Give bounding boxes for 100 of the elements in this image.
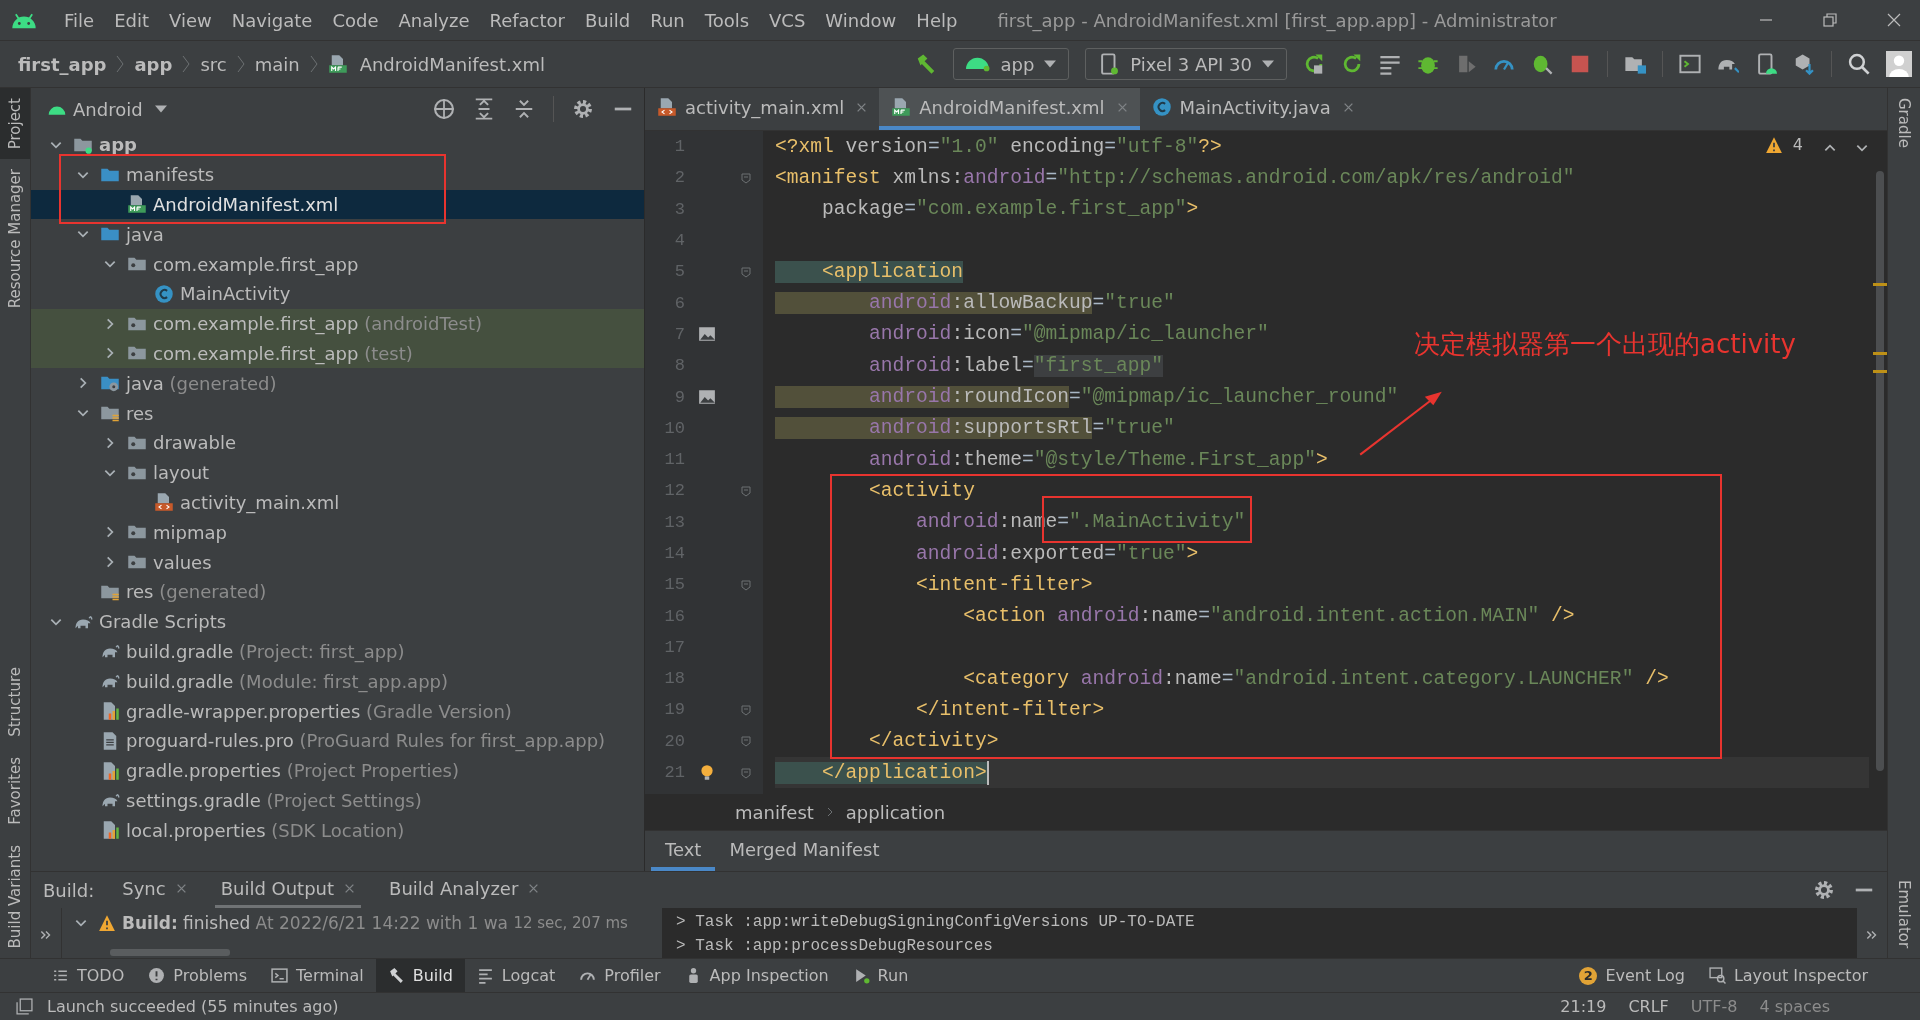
menu-item[interactable]: Window (815, 9, 907, 31)
project-view-dropdown[interactable]: Android (73, 98, 167, 120)
tool-window-tab[interactable]: Emulator (1888, 869, 1920, 958)
tree-item[interactable]: proguard-rules.pro (ProGuard Rules for first_app.app) (31, 725, 644, 756)
settings-icon[interactable] (572, 98, 594, 120)
menu-item[interactable]: Code (322, 9, 389, 31)
menu-item[interactable]: Navigate (221, 9, 323, 31)
tree-item[interactable]: java (generated) (31, 368, 644, 399)
breadcrumb-item[interactable]: main (254, 53, 300, 75)
menu-item[interactable]: Run (640, 9, 695, 31)
fold-marker-icon[interactable] (740, 578, 752, 591)
close-icon[interactable] (344, 883, 356, 894)
stop-icon[interactable] (1569, 53, 1591, 75)
warning-marker[interactable] (1873, 283, 1887, 286)
breadcrumb-item[interactable]: first_app (18, 53, 107, 75)
menu-item[interactable]: VCS (759, 9, 816, 31)
status-item[interactable]: UTF-8 (1690, 997, 1738, 1016)
tree-item[interactable]: settings.gradle (Project Settings) (31, 785, 644, 816)
close-icon[interactable] (1342, 101, 1354, 113)
fold-marker-icon[interactable] (740, 171, 752, 184)
menu-item[interactable]: View (159, 9, 222, 31)
collapse-all-icon[interactable] (513, 98, 535, 120)
terminal-icon[interactable] (1679, 53, 1701, 75)
fold-marker-icon[interactable] (740, 704, 752, 716)
menu-item[interactable]: Analyze (388, 9, 480, 31)
tree-item[interactable]: com.example.first_app (androidTest) (31, 308, 644, 339)
tree-item[interactable]: java (31, 219, 644, 250)
breadcrumb-item[interactable]: app (134, 53, 173, 75)
editor-tab[interactable]: activity_main.xml (645, 88, 880, 130)
menu-item[interactable]: Tools (694, 9, 760, 31)
tree-item[interactable]: com.example.first_app (31, 249, 644, 279)
build-result-row[interactable]: Build: finished At 2022/6/21 14:22 with 1 wa 12 sec, 207 ms (62, 908, 662, 938)
double-chevron-icon[interactable] (39, 928, 53, 942)
apply-changes-icon[interactable] (1341, 53, 1363, 75)
menu-item[interactable]: File (54, 9, 105, 31)
tool-window-button[interactable]: Build (375, 959, 465, 992)
tree-item[interactable]: MainActivity (31, 279, 644, 309)
tool-window-tab[interactable]: Project (0, 88, 30, 160)
run-configuration-dropdown[interactable]: app (953, 48, 1070, 80)
device-dropdown[interactable]: Pixel 3 API 30 (1085, 48, 1287, 80)
tool-window-tab[interactable]: Build Variants (0, 834, 30, 958)
fold-marker-icon[interactable] (740, 484, 752, 497)
menu-item[interactable]: Refactor (479, 9, 575, 31)
tool-window-button[interactable]: TODO (40, 959, 137, 992)
breadcrumb-item[interactable]: AndroidManifest.xml (359, 53, 545, 75)
breadcrumb-item[interactable]: application (845, 801, 946, 823)
crosshair-icon[interactable] (433, 98, 455, 120)
menu-item[interactable]: Help (906, 9, 968, 31)
tool-window-button[interactable]: Problems (136, 959, 260, 992)
tool-window-tab[interactable]: Structure (0, 657, 30, 747)
tool-window-button[interactable]: Layout Inspector (1696, 959, 1880, 992)
menu-item[interactable]: Build (575, 9, 641, 31)
tree-item[interactable]: Gradle Scripts (31, 606, 644, 637)
tree-item[interactable]: local.properties (SDK Location) (31, 815, 644, 846)
lines-icon[interactable] (1379, 53, 1401, 75)
tree-item[interactable]: activity_main.xml (31, 487, 644, 518)
tool-window-button[interactable]: Profiler (567, 959, 673, 992)
tool-window-tab[interactable]: Favorites (0, 746, 30, 835)
warning-count[interactable]: 4 (1764, 135, 1803, 154)
breadcrumb-item[interactable]: src (200, 53, 227, 75)
tree-item[interactable]: com.example.first_app (test) (31, 338, 644, 369)
double-chevron-icon[interactable] (1865, 928, 1879, 942)
status-item[interactable]: 21:19 (1560, 997, 1607, 1016)
phone-icon[interactable] (1755, 53, 1777, 75)
lightbulb-icon[interactable] (698, 762, 716, 783)
tree-item[interactable]: res (31, 398, 644, 428)
tree-item[interactable]: mipmap (31, 517, 644, 548)
tree-item[interactable]: app (31, 130, 644, 160)
close-icon[interactable] (856, 101, 868, 113)
fold-marker-icon[interactable] (740, 766, 752, 779)
tree-item[interactable]: layout (31, 457, 644, 488)
tree-item[interactable]: values (31, 547, 644, 577)
scrollbar-thumb[interactable] (1876, 171, 1884, 771)
tree-item[interactable]: drawable (31, 427, 644, 458)
tool-window-button[interactable]: App Inspection (672, 959, 841, 992)
tree-item[interactable]: build.gradle (Project: first_app) (31, 636, 644, 667)
tool-window-button[interactable]: Logcat (464, 959, 568, 992)
close-icon[interactable] (175, 883, 187, 894)
settings-icon[interactable] (1813, 879, 1835, 901)
status-item[interactable]: CRLF (1628, 997, 1669, 1016)
menu-item[interactable]: Edit (104, 9, 159, 31)
warning-marker[interactable] (1873, 352, 1887, 355)
editor-mode-tab[interactable]: Merged Manifest (715, 831, 894, 871)
editor-mode-tab[interactable]: Text (651, 831, 716, 871)
warning-marker[interactable] (1873, 370, 1887, 373)
tool-window-button[interactable]: Run (840, 959, 921, 992)
fold-marker-icon[interactable] (740, 735, 752, 748)
scrollbar-thumb[interactable] (110, 949, 230, 956)
bug-icon[interactable] (1531, 53, 1553, 75)
expand-all-icon[interactable] (473, 98, 495, 120)
rerun-icon[interactable] (1303, 53, 1325, 75)
tool-window-button[interactable]: 2 Event Log (1567, 959, 1697, 992)
tree-item[interactable]: manifests (31, 159, 644, 190)
search-icon[interactable] (1848, 53, 1870, 75)
build-tab[interactable]: Sync (116, 872, 193, 908)
close-icon[interactable] (528, 883, 540, 894)
tree-item[interactable]: AndroidManifest.xml (31, 189, 644, 220)
tree-item[interactable]: res (generated) (31, 576, 644, 607)
package-download-icon[interactable] (1793, 53, 1815, 75)
restore-icon[interactable] (1822, 12, 1838, 28)
